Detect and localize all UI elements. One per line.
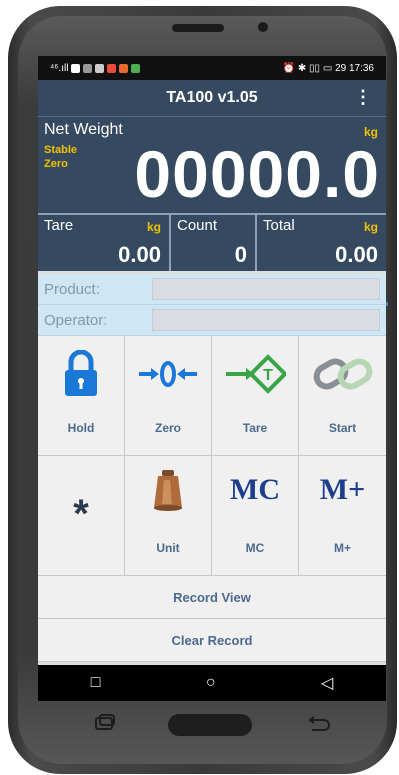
zero-button[interactable]: Zero bbox=[125, 336, 212, 456]
status-left: ⁴⁶.ıll bbox=[50, 62, 141, 74]
tare-t-icon: T bbox=[212, 346, 298, 402]
mc-button[interactable]: MC MC bbox=[212, 456, 299, 576]
mplus-button[interactable]: M+ M+ bbox=[299, 456, 386, 576]
asterisk-icon: * bbox=[38, 486, 124, 542]
mplus-icon-text: M+ bbox=[319, 473, 366, 506]
status-icons: ⏰ ✱ ▯▯ ▭ bbox=[282, 62, 333, 74]
clear-record-button[interactable]: Clear Record bbox=[38, 619, 386, 662]
app-bar: TA100 v1.05 ⋮ bbox=[38, 80, 386, 116]
operator-input[interactable] bbox=[152, 309, 380, 331]
product-input[interactable] bbox=[152, 278, 380, 300]
tare-label: Tare bbox=[44, 217, 74, 234]
mc-icon-text: MC bbox=[230, 473, 280, 506]
app-screen: ⁴⁶.ıll ⏰ ✱ ▯▯ ▭ 29 17:36 TA100 v1.05 ⋮ N… bbox=[38, 56, 386, 701]
clock: 17:36 bbox=[348, 62, 374, 74]
count-value: 0 bbox=[234, 242, 247, 267]
hardware-recents-icon[interactable] bbox=[92, 714, 118, 732]
product-label: Product: bbox=[44, 280, 100, 298]
operator-row: Operator: bbox=[38, 305, 386, 336]
status-right: ⏰ ✱ ▯▯ ▭ 29 17:36 bbox=[283, 63, 374, 74]
product-row: Product: bbox=[38, 274, 386, 305]
link-chain-icon bbox=[299, 346, 386, 402]
app-title: TA100 v1.05 bbox=[166, 89, 258, 106]
hold-button[interactable]: Hold bbox=[38, 336, 125, 456]
count-panel: Count 0 bbox=[171, 215, 257, 271]
mute-icon bbox=[95, 63, 105, 73]
zero-label: Zero bbox=[154, 421, 181, 435]
hold-label: Hold bbox=[67, 421, 95, 435]
notification-icon bbox=[83, 63, 93, 73]
operator-label: Operator: bbox=[44, 311, 108, 329]
star-button[interactable]: * bbox=[38, 456, 125, 576]
hardware-back-icon[interactable] bbox=[306, 714, 332, 732]
app-notification-icon bbox=[119, 63, 129, 73]
tare-button[interactable]: T Tare bbox=[212, 336, 299, 456]
svg-text:T: T bbox=[263, 367, 273, 384]
net-weight-label: Net Weight bbox=[44, 121, 123, 138]
home-icon[interactable]: ○ bbox=[206, 674, 216, 692]
start-label: Start bbox=[328, 421, 357, 435]
speaker-grille bbox=[172, 24, 224, 32]
lock-icon bbox=[38, 346, 124, 402]
total-label: Total bbox=[263, 217, 295, 234]
recents-icon[interactable]: □ bbox=[91, 674, 101, 692]
tare-button-label: Tare bbox=[242, 421, 268, 435]
unit-button[interactable]: Unit bbox=[125, 456, 212, 576]
function-grid: Hold Zero T Tare Start * Unit MC MC M+ M… bbox=[38, 336, 386, 576]
hd-icon bbox=[71, 63, 81, 73]
weight-icon bbox=[125, 462, 211, 518]
front-camera bbox=[258, 22, 268, 32]
total-value: 0.00 bbox=[335, 242, 378, 267]
back-icon[interactable]: ◁ bbox=[321, 673, 333, 693]
tare-count-total-row: Tare kg 0.00 Count 0 Total kg 0.00 bbox=[38, 213, 386, 271]
unit-label: Unit bbox=[156, 541, 180, 555]
battery-level: 29 bbox=[335, 62, 347, 74]
record-view-button[interactable]: Record View bbox=[38, 576, 386, 619]
net-weight-panel: Net Weight kg Stable Zero 00000.0 bbox=[38, 116, 386, 213]
net-weight-value: 00000.0 bbox=[134, 137, 380, 211]
mplus-icon: M+ bbox=[299, 462, 386, 518]
mc-label: MC bbox=[245, 541, 265, 555]
total-unit: kg bbox=[363, 220, 378, 234]
tare-value: 0.00 bbox=[118, 242, 161, 267]
asterisk-symbol: * bbox=[73, 491, 89, 536]
tare-unit: kg bbox=[146, 220, 161, 234]
mc-icon: MC bbox=[212, 462, 298, 518]
kebab-menu-icon[interactable]: ⋮ bbox=[354, 88, 372, 106]
count-label: Count bbox=[177, 217, 218, 234]
status-indicators: Stable Zero bbox=[44, 143, 77, 171]
zero-arrows-icon bbox=[125, 346, 211, 402]
signal-icon: ⁴⁶.ıll bbox=[50, 62, 69, 74]
stable-indicator: Stable bbox=[44, 144, 78, 156]
tare-panel: Tare kg 0.00 bbox=[38, 215, 171, 271]
start-button[interactable]: Start bbox=[299, 336, 386, 456]
zero-indicator: Zero bbox=[44, 158, 68, 170]
status-bar: ⁴⁶.ıll ⏰ ✱ ▯▯ ▭ 29 17:36 bbox=[38, 56, 386, 80]
nav-bar: □ ○ ◁ bbox=[38, 665, 386, 701]
hardware-home-button[interactable] bbox=[168, 714, 252, 736]
total-panel: Total kg 0.00 bbox=[257, 215, 386, 271]
app-notification-icon bbox=[107, 63, 117, 73]
mail-icon bbox=[131, 63, 141, 73]
mplus-label: M+ bbox=[333, 541, 351, 555]
